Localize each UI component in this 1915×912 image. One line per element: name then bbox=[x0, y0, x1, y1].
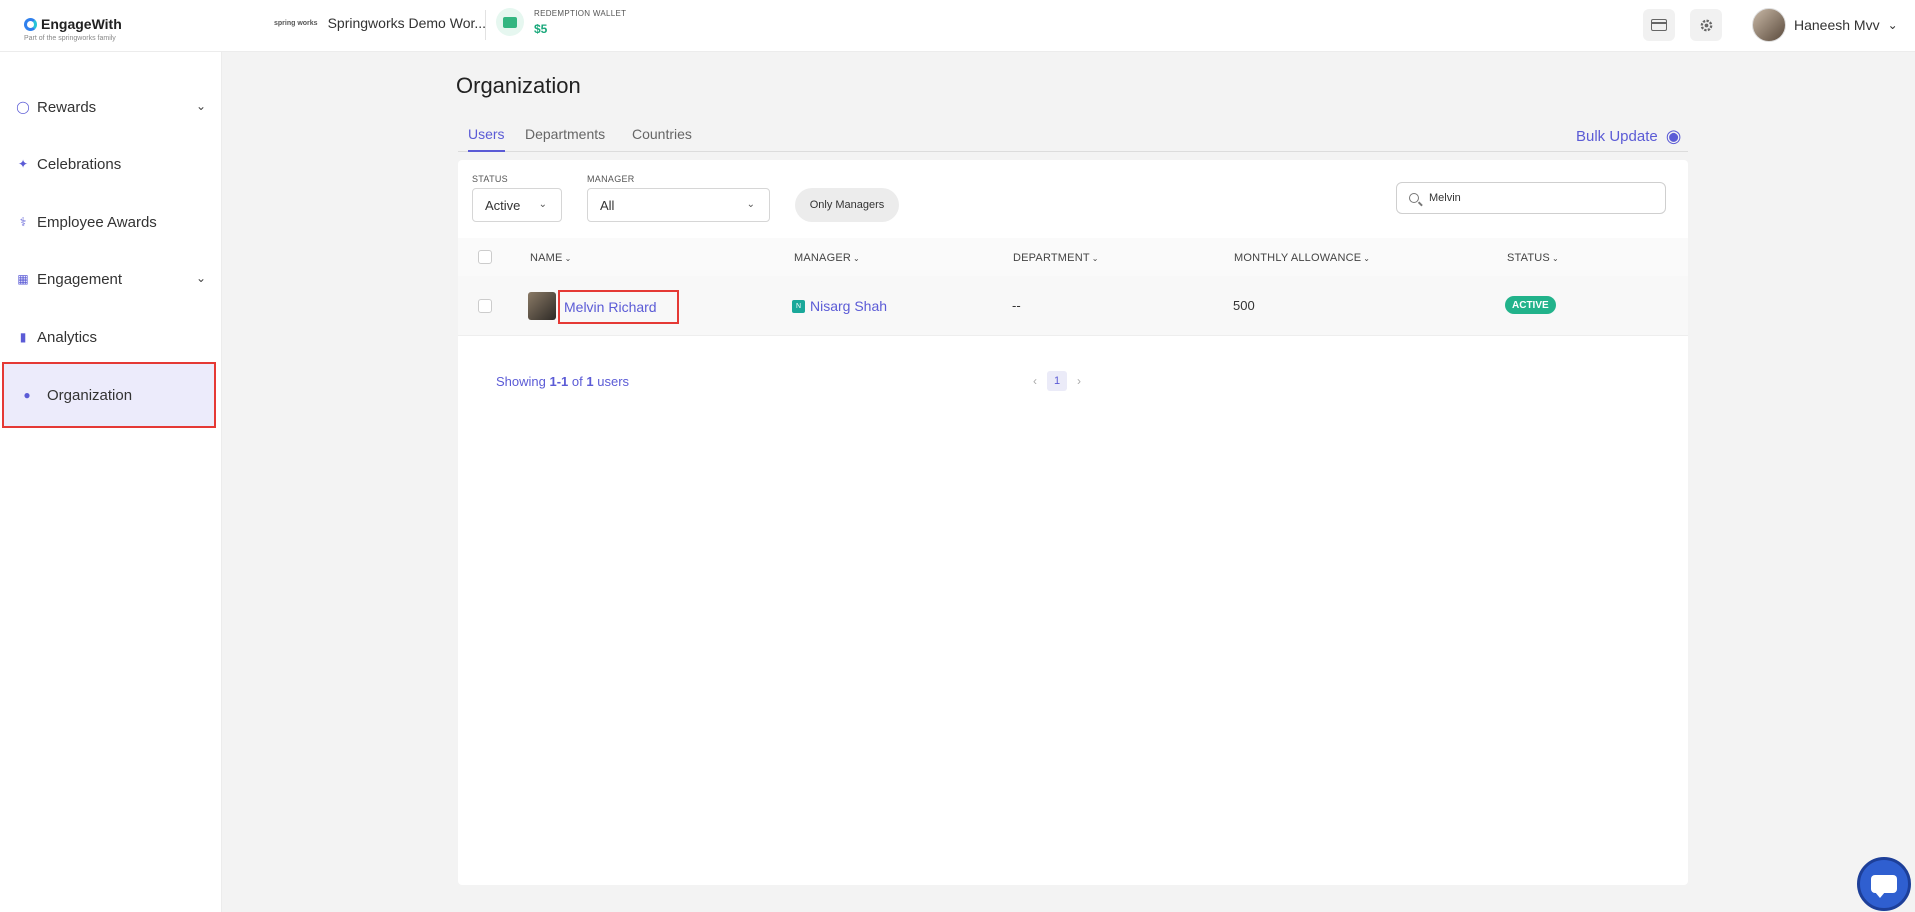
sidebar-item-engagement[interactable]: ▦ Engagement ⌄ bbox=[0, 259, 222, 299]
top-bar: EngageWith Part of the springworks famil… bbox=[0, 0, 1915, 52]
sort-chevron-icon: ⌄ bbox=[1363, 254, 1371, 263]
bulk-update-button[interactable]: Bulk Update ◉ bbox=[1576, 126, 1681, 147]
status-filter-label: STATUS bbox=[472, 174, 508, 184]
sidebar-item-analytics[interactable]: ▮ Analytics bbox=[0, 317, 222, 357]
logo-subtext: Part of the springworks family bbox=[24, 35, 116, 42]
column-header-monthly-allowance[interactable]: MONTHLY ALLOWANCE ⌄ bbox=[1234, 252, 1370, 264]
column-header-status[interactable]: STATUS ⌄ bbox=[1507, 252, 1559, 264]
sort-chevron-icon: ⌄ bbox=[1091, 254, 1099, 263]
user-avatar bbox=[528, 292, 556, 320]
redemption-wallet[interactable]: REDEMPTION WALLET $5 bbox=[496, 8, 626, 36]
manager-select-value: All bbox=[600, 197, 615, 213]
sort-chevron-icon: ⌄ bbox=[564, 254, 572, 263]
wallet-icon bbox=[496, 8, 524, 36]
tab-bar: Users Departments Countries bbox=[458, 124, 1688, 152]
avatar bbox=[1752, 8, 1786, 42]
credit-card-icon bbox=[1651, 19, 1667, 31]
manager-initial-badge: N bbox=[792, 299, 805, 313]
chevron-down-icon: ⌄ bbox=[746, 199, 755, 210]
sidebar-item-organization[interactable]: ● Organization bbox=[2, 362, 216, 428]
logo-ring-icon bbox=[24, 17, 37, 31]
workspace-logo-icon: spring works bbox=[274, 19, 318, 27]
tab-countries[interactable]: Countries bbox=[632, 126, 692, 150]
sidebar: ◯ Rewards ⌄ ✦ Celebrations ⚕ Employee Aw… bbox=[0, 52, 222, 912]
status-select[interactable]: Active ⌄ bbox=[472, 188, 562, 222]
chevron-down-icon: ⌄ bbox=[1887, 18, 1898, 32]
tab-users[interactable]: Users bbox=[468, 126, 505, 152]
chat-support-button[interactable] bbox=[1857, 857, 1911, 911]
sidebar-item-label: Analytics bbox=[37, 328, 98, 346]
people-group-icon: ◉ bbox=[1665, 126, 1682, 146]
sidebar-item-label: Organization bbox=[47, 386, 133, 404]
column-header-manager[interactable]: MANAGER ⌄ bbox=[794, 252, 860, 264]
search-input-value: Melvin bbox=[1429, 192, 1461, 204]
chevron-down-icon: ⌄ bbox=[195, 271, 206, 285]
workspace-switcher[interactable]: spring works Springworks Demo Wor... bbox=[274, 15, 486, 31]
sidebar-item-employee-awards[interactable]: ⚕ Employee Awards bbox=[0, 202, 222, 242]
chevron-left-icon[interactable]: ‹ bbox=[1033, 374, 1037, 388]
manager-select[interactable]: All ⌄ bbox=[587, 188, 770, 222]
chevron-right-icon[interactable]: › bbox=[1077, 374, 1081, 388]
only-managers-toggle[interactable]: Only Managers bbox=[795, 188, 899, 222]
sidebar-item-celebrations[interactable]: ✦ Celebrations bbox=[0, 144, 222, 184]
row-checkbox[interactable] bbox=[478, 299, 492, 313]
pagination: ‹ 1 › bbox=[1033, 371, 1081, 391]
sort-chevron-icon: ⌄ bbox=[853, 254, 860, 263]
chevron-down-icon: ⌄ bbox=[538, 199, 547, 210]
app-logo[interactable]: EngageWith Part of the springworks famil… bbox=[24, 16, 122, 42]
workspace-name: Springworks Demo Wor... bbox=[327, 15, 487, 31]
chevron-down-icon: ⌄ bbox=[195, 99, 206, 113]
status-badge: ACTIVE bbox=[1505, 296, 1556, 314]
chat-bubble-icon bbox=[1871, 875, 1897, 898]
column-header-name[interactable]: NAME ⌄ bbox=[530, 252, 572, 264]
status-select-value: Active bbox=[485, 197, 521, 213]
medal-icon: ◯ bbox=[16, 100, 30, 114]
search-input[interactable]: Melvin bbox=[1396, 182, 1666, 214]
logo-text: EngageWith bbox=[41, 16, 122, 32]
search-icon bbox=[1409, 193, 1419, 203]
user-name: Haneesh Mvv bbox=[1794, 17, 1880, 33]
top-bar-divider bbox=[485, 10, 486, 40]
monthly-allowance-cell: 500 bbox=[1233, 298, 1255, 313]
sidebar-item-label: Rewards bbox=[37, 98, 97, 116]
table-row: Melvin Richard N Nisarg Shah -- 500 ACTI… bbox=[458, 276, 1688, 336]
pagination-summary: Showing 1-1 of 1 users bbox=[496, 374, 630, 389]
wallet-value: $5 bbox=[534, 21, 548, 36]
users-card: STATUS Active ⌄ MANAGER All ⌄ Only Manag… bbox=[458, 160, 1688, 885]
sort-chevron-icon: ⌄ bbox=[1551, 254, 1559, 263]
settings-button[interactable] bbox=[1690, 9, 1722, 41]
sidebar-item-label: Celebrations bbox=[37, 155, 122, 173]
sidebar-item-label: Engagement bbox=[37, 270, 123, 288]
bulk-update-label: Bulk Update bbox=[1576, 128, 1658, 145]
engagement-icon: ▦ bbox=[17, 272, 29, 286]
wallet-label: REDEMPTION WALLET bbox=[534, 8, 627, 18]
trophy-icon: ⚕ bbox=[19, 215, 27, 229]
column-header-department[interactable]: DEPARTMENT ⌄ bbox=[1013, 252, 1099, 264]
tab-departments[interactable]: Departments bbox=[525, 126, 605, 150]
table-header: NAME ⌄ MANAGER ⌄ DEPARTMENT ⌄ MONTHLY ALLOW… bbox=[458, 238, 1688, 276]
manager-filter-label: MANAGER bbox=[587, 174, 635, 184]
user-name-link[interactable]: Melvin Richard bbox=[558, 290, 679, 324]
manager-link[interactable]: N Nisarg Shah bbox=[792, 298, 887, 314]
user-menu[interactable]: Haneesh Mvv ⌄ bbox=[1752, 8, 1898, 42]
gear-icon bbox=[1700, 19, 1712, 31]
page-number[interactable]: 1 bbox=[1047, 371, 1067, 391]
card-button[interactable] bbox=[1643, 9, 1675, 41]
manager-name: Nisarg Shah bbox=[810, 298, 888, 314]
people-group-icon: ● bbox=[23, 388, 31, 402]
department-cell: -- bbox=[1012, 298, 1021, 313]
party-popper-icon: ✦ bbox=[17, 157, 29, 171]
page-title: Organization bbox=[456, 73, 581, 98]
bar-chart-icon: ▮ bbox=[19, 330, 27, 344]
sidebar-item-label: Employee Awards bbox=[37, 213, 157, 231]
sidebar-item-rewards[interactable]: ◯ Rewards ⌄ bbox=[0, 87, 222, 127]
select-all-checkbox[interactable] bbox=[478, 250, 492, 264]
